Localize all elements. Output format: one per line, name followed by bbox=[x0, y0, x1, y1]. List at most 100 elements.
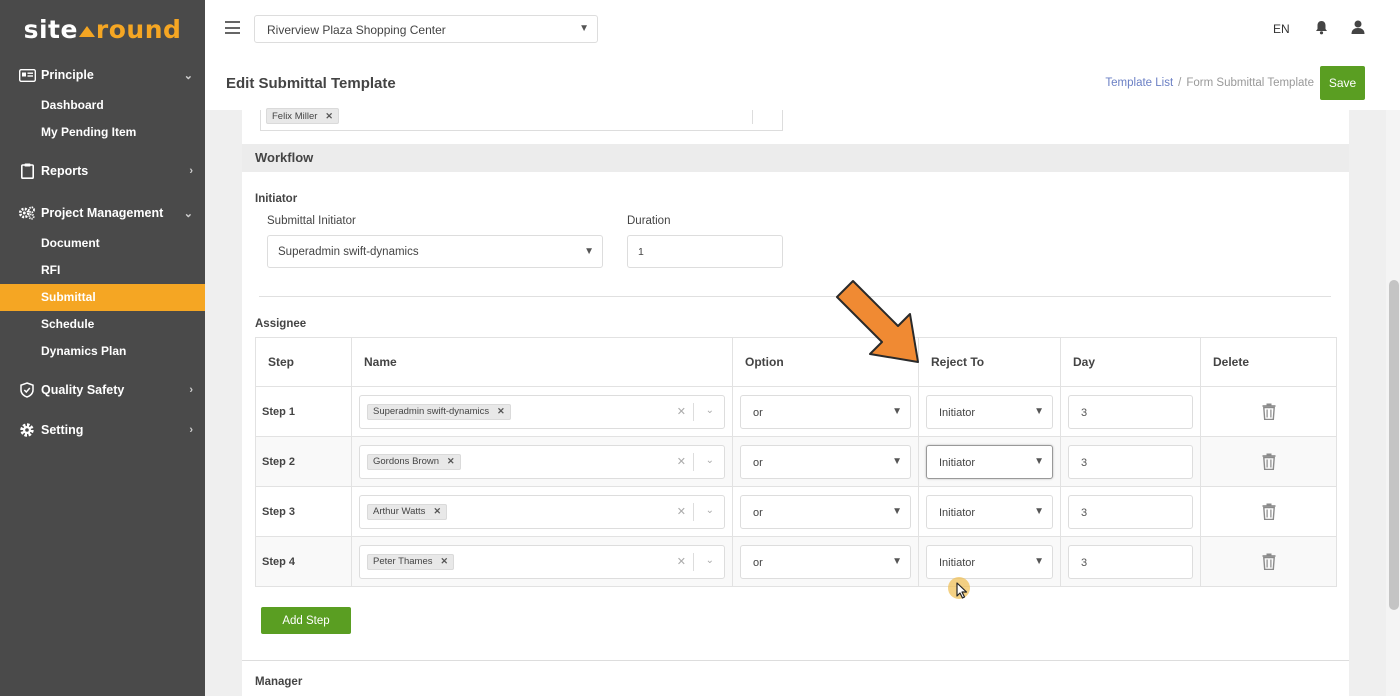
brand-logo-left: site bbox=[23, 14, 78, 44]
column-header-step: Step bbox=[255, 337, 352, 387]
sidebar-group-reports[interactable]: Reports › bbox=[0, 154, 205, 188]
sidebar-group-project-management[interactable]: Project Management ⌄ bbox=[0, 196, 205, 230]
delete-cell bbox=[1200, 436, 1337, 487]
reject-to-value: Initiator bbox=[939, 556, 976, 569]
chevron-down-icon: ▼ bbox=[1034, 505, 1044, 517]
breadcrumb-template-list[interactable]: Template List bbox=[1105, 77, 1173, 89]
option-cell: or ▼ bbox=[732, 536, 919, 587]
remove-chip-icon[interactable]: ✕ bbox=[447, 456, 455, 467]
day-input[interactable]: 3 bbox=[1068, 494, 1193, 529]
chip-label: Peter Thames bbox=[373, 556, 433, 567]
clear-icon[interactable]: ✕ bbox=[677, 455, 686, 468]
table-row: Step 3 Arthur Watts ✕ ✕ ⌄ or ▼ Initiator ▼ 3 bbox=[255, 486, 1337, 537]
clear-icon[interactable]: ✕ bbox=[677, 505, 686, 518]
chevron-down-icon[interactable]: ⌄ bbox=[706, 405, 714, 416]
trash-icon[interactable] bbox=[1262, 503, 1276, 520]
sidebar-group-setting[interactable]: Setting › bbox=[0, 413, 205, 447]
name-cell: Peter Thames ✕ ✕ ⌄ bbox=[351, 536, 733, 587]
day-input[interactable]: 3 bbox=[1068, 544, 1193, 579]
sidebar-group-label: Reports bbox=[41, 164, 89, 178]
remove-chip-icon[interactable]: ✕ bbox=[433, 506, 441, 517]
submittal-initiator-select[interactable]: Superadmin swift-dynamics ▼ bbox=[267, 235, 603, 268]
clear-icon[interactable]: ✕ bbox=[677, 555, 686, 568]
sidebar-item-dashboard[interactable]: Dashboard bbox=[0, 92, 205, 119]
day-input[interactable]: 3 bbox=[1068, 444, 1193, 479]
sidebar-group-label: Setting bbox=[41, 423, 84, 437]
selected-user-chip: Arthur Watts ✕ bbox=[367, 503, 447, 520]
trash-icon[interactable] bbox=[1262, 453, 1276, 470]
language-switch[interactable]: EN bbox=[1273, 22, 1290, 36]
previous-multiselect-field[interactable]: Felix Miller ✕ bbox=[260, 108, 783, 131]
table-row: Step 1 Superadmin swift-dynamics ✕ ✕ ⌄ or ▼… bbox=[255, 386, 1337, 437]
workflow-section-title: Workflow bbox=[242, 144, 1349, 172]
chevron-down-icon: ▼ bbox=[584, 246, 594, 257]
top-bar: Riverview Plaza Shopping Center ▼ EN bbox=[205, 0, 1400, 58]
reject-to-cell: Initiator ▼ bbox=[918, 486, 1061, 537]
add-step-button[interactable]: Add Step bbox=[261, 607, 351, 634]
save-button[interactable]: Save bbox=[1320, 66, 1365, 100]
sidebar-item-document[interactable]: Document bbox=[0, 230, 205, 257]
sidebar-item-schedule[interactable]: Schedule bbox=[0, 311, 205, 338]
scrollbar-thumb[interactable] bbox=[1389, 280, 1399, 610]
assignee-name-select[interactable]: Gordons Brown ✕ ✕ ⌄ bbox=[359, 444, 725, 479]
selected-user-chip: Superadmin swift-dynamics ✕ bbox=[367, 403, 511, 420]
duration-value: 1 bbox=[638, 246, 644, 258]
reject-to-select[interactable]: Initiator ▼ bbox=[926, 394, 1053, 429]
option-select[interactable]: or ▼ bbox=[740, 494, 911, 529]
chevron-right-icon: › bbox=[189, 165, 193, 177]
option-select[interactable]: or ▼ bbox=[740, 444, 911, 479]
column-header-reject-to: Reject To bbox=[918, 337, 1061, 387]
trash-icon[interactable] bbox=[1262, 403, 1276, 420]
hamburger-menu-icon[interactable] bbox=[225, 21, 240, 34]
gears-icon bbox=[18, 205, 36, 221]
project-select[interactable]: Riverview Plaza Shopping Center ▼ bbox=[254, 15, 598, 43]
assignee-name-select[interactable]: Superadmin swift-dynamics ✕ ✕ ⌄ bbox=[359, 394, 725, 429]
trash-icon[interactable] bbox=[1262, 553, 1276, 570]
option-select[interactable]: or ▼ bbox=[740, 394, 911, 429]
remove-chip-icon[interactable]: ✕ bbox=[325, 111, 333, 122]
user-icon[interactable] bbox=[1351, 20, 1365, 40]
sidebar-item-dynamics-plan[interactable]: Dynamics Plan bbox=[0, 338, 205, 365]
chevron-down-icon: ▼ bbox=[892, 505, 902, 517]
page-title: Edit Submittal Template bbox=[226, 75, 396, 92]
clear-icon[interactable]: ✕ bbox=[677, 405, 686, 418]
remove-chip-icon[interactable]: ✕ bbox=[497, 406, 505, 417]
assignee-name-select[interactable]: Arthur Watts ✕ ✕ ⌄ bbox=[359, 494, 725, 529]
day-value: 3 bbox=[1081, 406, 1088, 419]
assignee-label: Assignee bbox=[255, 318, 307, 330]
breadcrumb-current: Form Submittal Template bbox=[1186, 77, 1314, 89]
chevron-down-icon: ▼ bbox=[1034, 455, 1044, 467]
chevron-down-icon[interactable]: ⌄ bbox=[706, 505, 714, 516]
sidebar-item-my-pending-item[interactable]: My Pending Item bbox=[0, 119, 205, 146]
day-input[interactable]: 3 bbox=[1068, 394, 1193, 429]
shield-icon bbox=[18, 382, 36, 398]
page-header: Edit Submittal Template Template List / Fo… bbox=[205, 58, 1400, 110]
sidebar-item-rfi[interactable]: RFI bbox=[0, 257, 205, 284]
chip-label: Superadmin swift-dynamics bbox=[373, 406, 490, 417]
reject-to-select[interactable]: Initiator ▼ bbox=[926, 544, 1053, 579]
breadcrumb: Template List / Form Submittal Template bbox=[1105, 77, 1314, 89]
bell-icon[interactable] bbox=[1315, 20, 1328, 40]
reject-to-select[interactable]: Initiator ▼ bbox=[926, 444, 1053, 479]
sidebar-group-quality-safety[interactable]: Quality Safety › bbox=[0, 373, 205, 407]
chevron-down-icon[interactable]: ⌄ bbox=[706, 455, 714, 466]
sidebar-item-submittal[interactable]: Submittal bbox=[0, 284, 205, 311]
chevron-down-icon: ▼ bbox=[1034, 555, 1044, 567]
duration-input[interactable]: 1 bbox=[627, 235, 783, 268]
initiator-label: Initiator bbox=[255, 193, 298, 205]
day-value: 3 bbox=[1081, 506, 1088, 519]
step-cell: Step 4 bbox=[255, 536, 352, 587]
chevron-down-icon: ⌄ bbox=[183, 207, 193, 220]
delete-cell bbox=[1200, 536, 1337, 587]
brand-logo[interactable]: site round bbox=[0, 0, 205, 58]
option-cell: or ▼ bbox=[732, 486, 919, 537]
option-select[interactable]: or ▼ bbox=[740, 544, 911, 579]
submittal-initiator-value: Superadmin swift-dynamics bbox=[278, 246, 419, 258]
chip-label: Arthur Watts bbox=[373, 506, 426, 517]
remove-chip-icon[interactable]: ✕ bbox=[441, 556, 449, 567]
sidebar-group-principle[interactable]: Principle ⌄ bbox=[0, 58, 205, 92]
reject-to-select[interactable]: Initiator ▼ bbox=[926, 494, 1053, 529]
chevron-down-icon[interactable]: ⌄ bbox=[706, 555, 714, 566]
name-cell: Arthur Watts ✕ ✕ ⌄ bbox=[351, 486, 733, 537]
assignee-name-select[interactable]: Peter Thames ✕ ✕ ⌄ bbox=[359, 544, 725, 579]
